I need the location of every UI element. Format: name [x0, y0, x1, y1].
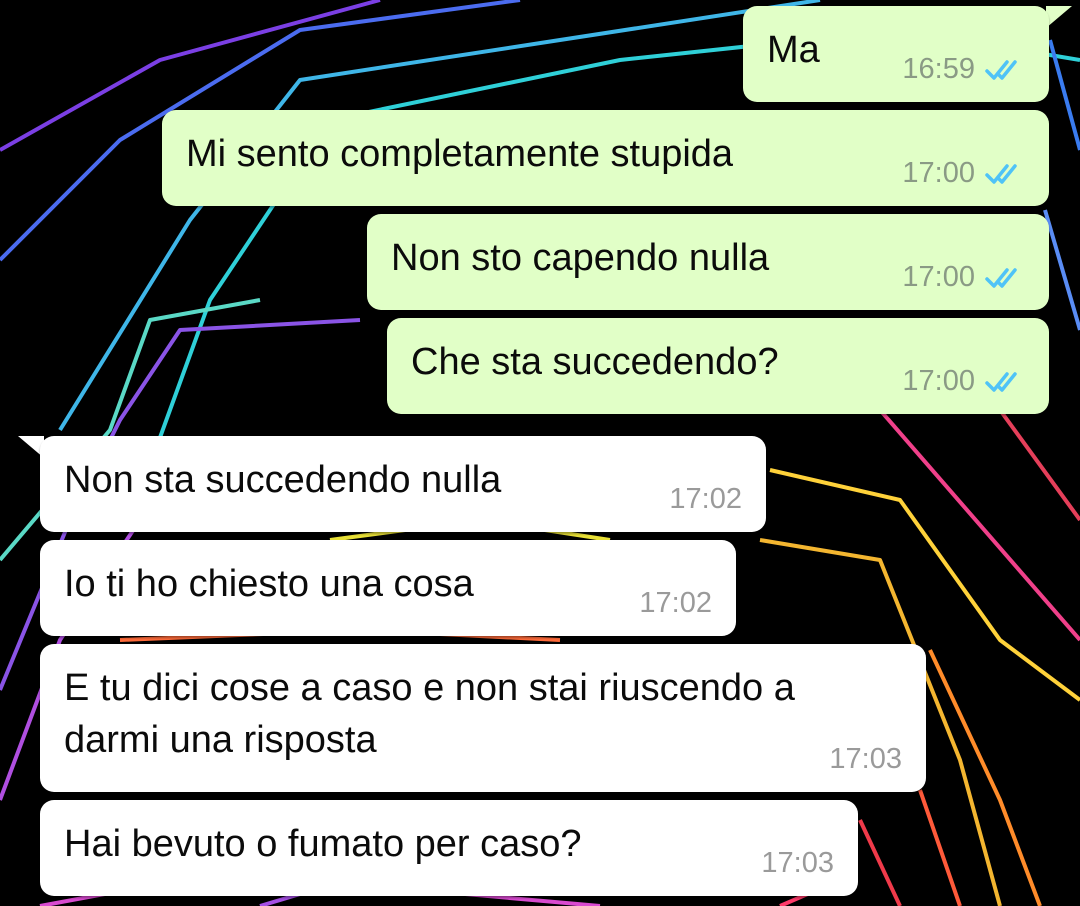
- message-text: Non sta succedendo nulla: [64, 459, 502, 501]
- message-meta: 17:03: [829, 743, 902, 776]
- message-meta: 17:00: [902, 157, 1025, 190]
- outgoing-message[interactable]: Mi sento completamente stupida 17:00: [162, 110, 1049, 206]
- message-list: Ma 16:59 Mi sento completamente stupida …: [0, 0, 1080, 906]
- message-time: 17:02: [639, 587, 712, 619]
- double-check-read-icon: [985, 267, 1017, 288]
- double-check-read-icon: [985, 59, 1017, 80]
- message-meta: 17:03: [761, 847, 834, 880]
- double-check-read-icon: [985, 163, 1017, 184]
- message-text: E tu dici cose a caso e non stai riuscen…: [64, 667, 795, 761]
- message-text: Che sta succedendo?: [411, 341, 779, 383]
- incoming-message[interactable]: Non sta succedendo nulla 17:02: [40, 436, 766, 532]
- message-time: 17:02: [669, 483, 742, 515]
- message-time: 17:03: [829, 743, 902, 775]
- message-text: Io ti ho chiesto una cosa: [64, 563, 474, 605]
- message-text: Mi sento completamente stupida: [186, 133, 734, 175]
- message-time: 16:59: [902, 53, 975, 85]
- outgoing-message[interactable]: Che sta succedendo? 17:00: [387, 318, 1049, 414]
- message-meta: 16:59: [902, 53, 1025, 86]
- message-meta: 17:00: [902, 365, 1025, 398]
- incoming-message[interactable]: Io ti ho chiesto una cosa 17:02: [40, 540, 736, 636]
- message-time: 17:00: [902, 261, 975, 293]
- message-time: 17:00: [902, 157, 975, 189]
- outgoing-message[interactable]: Non sto capendo nulla 17:00: [367, 214, 1049, 310]
- message-text: Non sto capendo nulla: [391, 237, 770, 279]
- message-time: 17:03: [761, 847, 834, 879]
- message-meta: 17:00: [902, 261, 1025, 294]
- message-meta: 17:02: [669, 483, 742, 516]
- incoming-message[interactable]: Hai bevuto o fumato per caso? 17:03: [40, 800, 858, 896]
- message-text: Ma: [767, 29, 820, 71]
- outgoing-message[interactable]: Ma 16:59: [743, 6, 1049, 102]
- incoming-message[interactable]: E tu dici cose a caso e non stai riuscen…: [40, 644, 926, 792]
- double-check-read-icon: [985, 371, 1017, 392]
- bubble-tail: [1046, 6, 1072, 28]
- message-time: 17:00: [902, 365, 975, 397]
- message-meta: 17:02: [639, 587, 712, 620]
- message-text: Hai bevuto o fumato per caso?: [64, 823, 582, 865]
